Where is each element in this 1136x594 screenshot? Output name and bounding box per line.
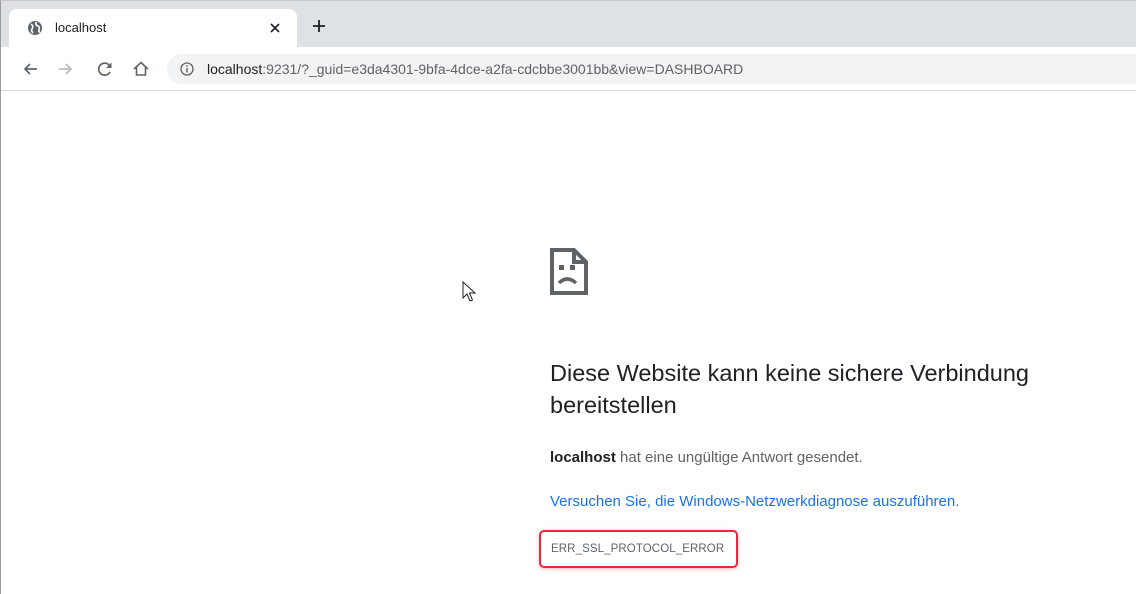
reload-icon[interactable] — [95, 59, 115, 79]
description-text: hat eine ungültige Antwort gesendet. — [615, 449, 863, 466]
error-code: ERR_SSL_PROTOCOL_ERROR — [551, 543, 725, 555]
tab-strip: localhost — [1, 1, 1136, 47]
network-diagnostics-link[interactable]: Versuchen Sie, die Windows-Netzwerkdiagn… — [550, 492, 959, 512]
plus-icon[interactable] — [309, 16, 329, 36]
url-text: localhost:9231/?_guid=e3da4301-9bfa-4dce… — [207, 61, 743, 77]
info-icon[interactable] — [180, 62, 194, 76]
globe-icon — [27, 20, 43, 36]
browser-window: localhost localhost:9231/?_guid=e3da4301… — [0, 0, 1136, 594]
tab-localhost[interactable]: localhost — [9, 9, 297, 47]
tab-title: localhost — [55, 20, 107, 35]
arrow-left-icon[interactable] — [21, 59, 41, 79]
home-icon[interactable] — [131, 59, 151, 79]
close-icon[interactable] — [267, 20, 283, 36]
sad-page-icon — [548, 247, 590, 297]
description-host: localhost — [550, 449, 616, 466]
arrow-right-icon[interactable] — [55, 59, 75, 79]
error-code-highlight: ERR_SSL_PROTOCOL_ERROR — [539, 530, 738, 568]
toolbar: localhost:9231/?_guid=e3da4301-9bfa-4dce… — [1, 47, 1136, 91]
mouse-cursor-icon — [462, 280, 477, 303]
url-host: localhost — [207, 61, 263, 77]
url-path: :9231/?_guid=e3da4301-9bfa-4dce-a2fa-cdc… — [262, 61, 744, 77]
error-description: localhost hat eine ungültige Antwort ges… — [550, 448, 863, 468]
error-page: Diese Website kann keine sichere Verbind… — [1, 91, 1136, 594]
address-bar[interactable]: localhost:9231/?_guid=e3da4301-9bfa-4dce… — [167, 54, 1136, 84]
page-title: Diese Website kann keine sichere Verbind… — [550, 360, 1029, 418]
